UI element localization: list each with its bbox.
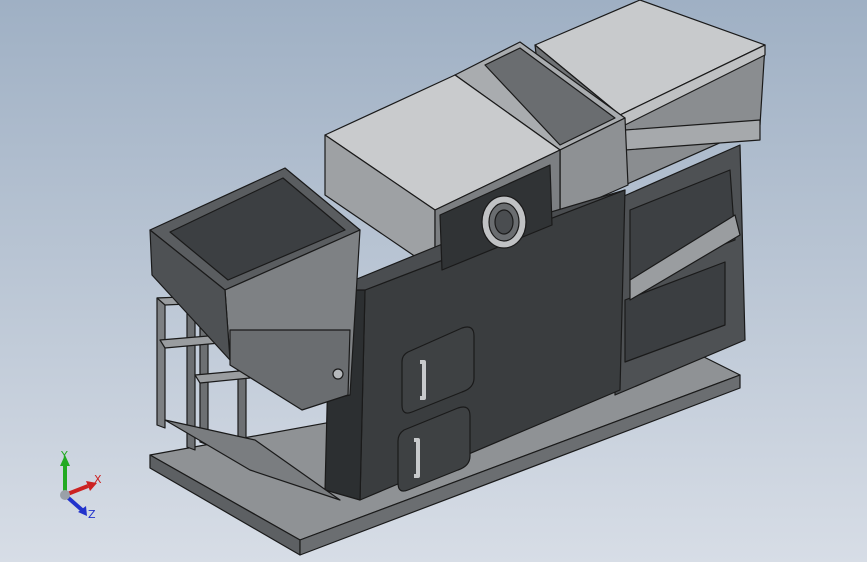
z-axis-label: Z (88, 508, 96, 520)
boiler-3d-model[interactable] (0, 0, 867, 562)
chute-bolt-icon (332, 368, 344, 380)
x-axis-label: X (94, 473, 102, 486)
y-axis-label: Y (60, 450, 68, 462)
triad-origin (60, 490, 70, 500)
orientation-triad: Y X Z (60, 450, 102, 520)
left-hopper-chute (229, 329, 351, 411)
left-frame-post-1 (156, 297, 166, 429)
graphics-viewport[interactable]: Y X Z (0, 0, 867, 562)
